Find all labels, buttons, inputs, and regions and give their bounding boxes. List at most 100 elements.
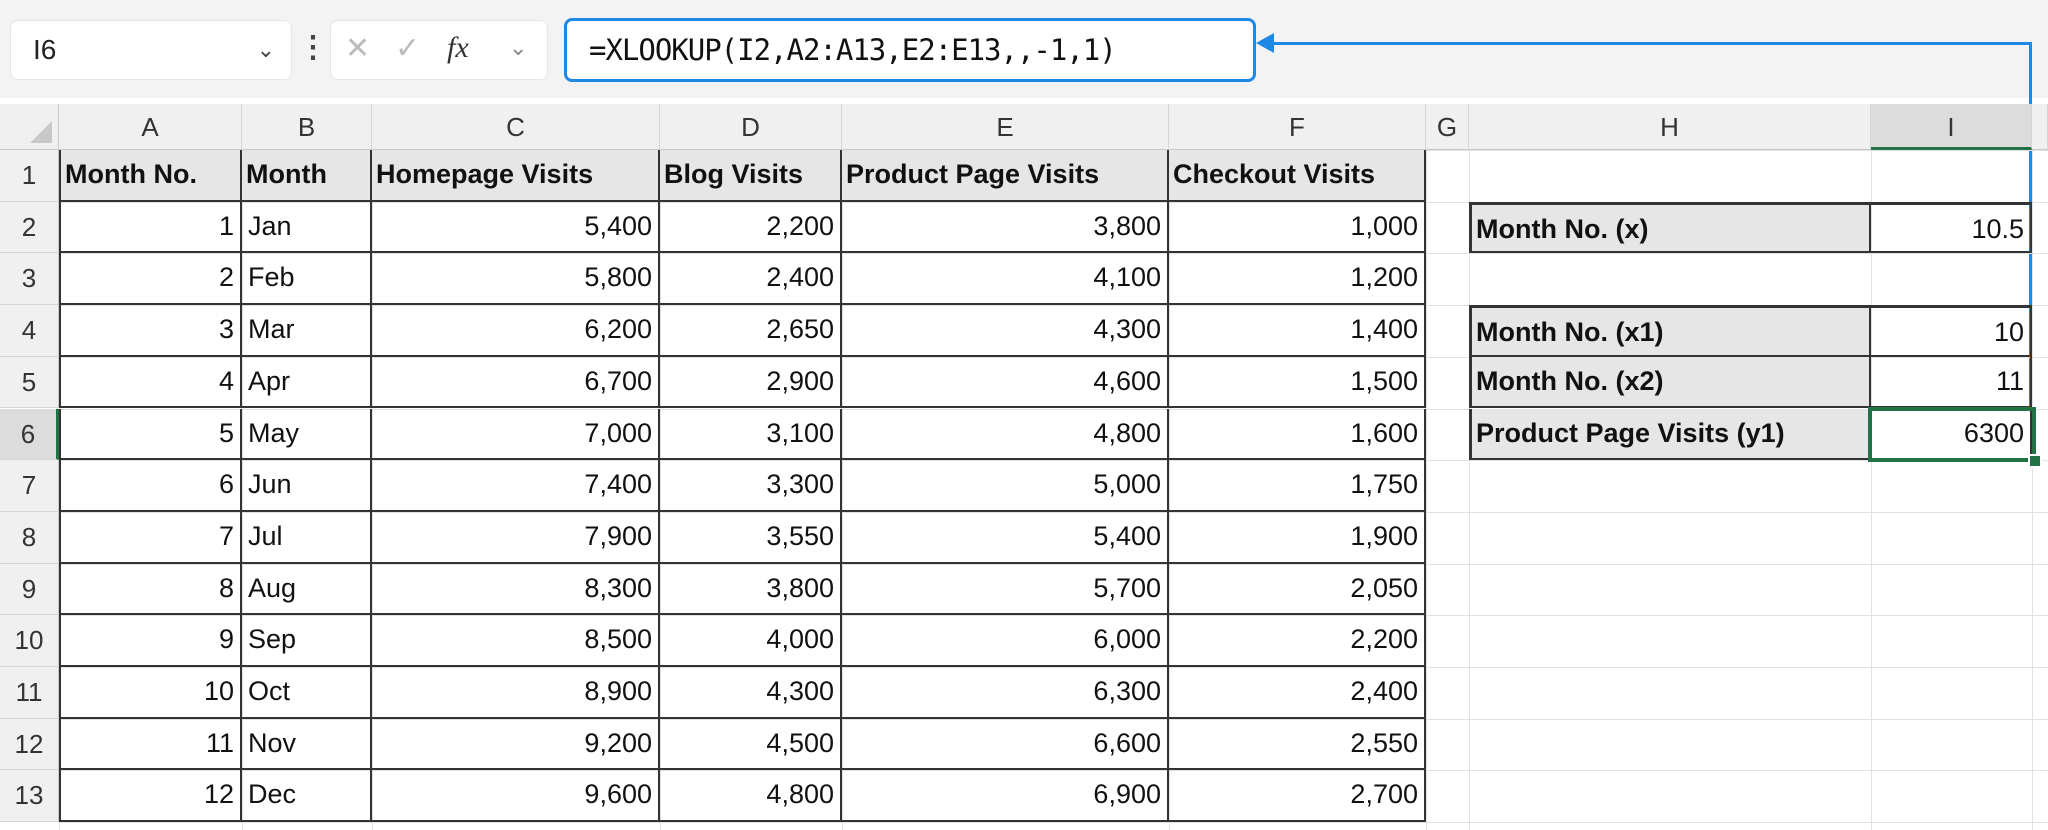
side-value-x2[interactable]: 11 — [1871, 356, 2032, 409]
table-cell[interactable]: 2,050 — [1169, 563, 1426, 616]
table-cell[interactable]: 2,550 — [1169, 718, 1426, 771]
table-cell[interactable]: 11 — [59, 718, 242, 771]
column-header-G[interactable]: G — [1426, 104, 1469, 150]
table-cell[interactable]: 7,900 — [372, 511, 660, 564]
column-header-D[interactable]: D — [660, 104, 842, 150]
table-cell[interactable]: 4,100 — [842, 253, 1169, 306]
column-header-B[interactable]: B — [242, 104, 372, 150]
table-cell[interactable]: 5,000 — [842, 460, 1169, 512]
table-cell[interactable]: 4,800 — [842, 408, 1169, 461]
table-cell[interactable]: 6 — [59, 460, 242, 512]
row-header-7[interactable]: 7 — [0, 460, 59, 512]
table-cell[interactable]: Jun — [242, 460, 372, 512]
column-header-A[interactable]: A — [59, 104, 242, 150]
table-cell[interactable]: 1,400 — [1169, 305, 1426, 357]
table-cell[interactable]: Dec — [242, 770, 372, 823]
side-value-x[interactable]: 10.5 — [1871, 201, 2032, 254]
table-cell[interactable]: 12 — [59, 770, 242, 823]
table-cell[interactable]: 4 — [59, 356, 242, 409]
table-cell[interactable]: 8,900 — [372, 667, 660, 719]
table-cell[interactable]: 7 — [59, 511, 242, 564]
table-cell[interactable]: 1 — [59, 201, 242, 254]
table-header-cell[interactable]: Blog Visits — [660, 150, 842, 202]
table-cell[interactable]: 4,000 — [660, 615, 842, 667]
table-cell[interactable]: 6,900 — [842, 770, 1169, 823]
table-cell[interactable]: Nov — [242, 718, 372, 771]
table-cell[interactable]: 1,750 — [1169, 460, 1426, 512]
table-header-cell[interactable]: Homepage Visits — [372, 150, 660, 202]
row-header-12[interactable]: 12 — [0, 718, 59, 771]
table-header-cell[interactable]: Checkout Visits — [1169, 150, 1426, 202]
table-header-cell[interactable]: Month — [242, 150, 372, 202]
table-cell[interactable]: 1,500 — [1169, 356, 1426, 409]
row-header-5[interactable]: 5 — [0, 356, 59, 409]
table-cell[interactable]: 6,700 — [372, 356, 660, 409]
table-cell[interactable]: Sep — [242, 615, 372, 667]
table-cell[interactable]: 5,400 — [842, 511, 1169, 564]
table-cell[interactable]: 4,500 — [660, 718, 842, 771]
table-cell[interactable]: 2,400 — [1169, 667, 1426, 719]
row-header-6[interactable]: 6 — [0, 408, 59, 461]
table-cell[interactable]: 6,000 — [842, 615, 1169, 667]
table-cell[interactable]: 5 — [59, 408, 242, 461]
row-header-8[interactable]: 8 — [0, 511, 59, 564]
row-header-2[interactable]: 2 — [0, 201, 59, 254]
table-cell[interactable]: 4,300 — [842, 305, 1169, 357]
table-cell[interactable]: 5,800 — [372, 253, 660, 306]
enter-icon[interactable]: ✓ — [395, 31, 420, 66]
chevron-down-icon[interactable]: ⌄ — [257, 21, 275, 79]
table-header-cell[interactable]: Month No. — [59, 150, 242, 202]
table-cell[interactable]: 2 — [59, 253, 242, 306]
table-cell[interactable]: 6,600 — [842, 718, 1169, 771]
row-header-10[interactable]: 10 — [0, 615, 59, 667]
row-header-9[interactable]: 9 — [0, 563, 59, 616]
table-cell[interactable]: 9,200 — [372, 718, 660, 771]
chevron-down-icon[interactable]: ⌄ — [509, 35, 527, 61]
table-cell[interactable]: 3,800 — [660, 563, 842, 616]
column-header-I[interactable]: I — [1871, 104, 2032, 150]
side-label-x1[interactable]: Month No. (x1) — [1469, 305, 1871, 357]
table-cell[interactable]: 4,300 — [660, 667, 842, 719]
side-value-x1[interactable]: 10 — [1871, 305, 2032, 357]
table-cell[interactable]: Oct — [242, 667, 372, 719]
table-cell[interactable]: 2,200 — [660, 201, 842, 254]
table-cell[interactable]: 2,200 — [1169, 615, 1426, 667]
table-cell[interactable]: Jan — [242, 201, 372, 254]
table-cell[interactable]: 2,700 — [1169, 770, 1426, 823]
row-header-4[interactable]: 4 — [0, 305, 59, 357]
table-cell[interactable]: 4,800 — [660, 770, 842, 823]
table-cell[interactable]: 6,300 — [842, 667, 1169, 719]
table-cell[interactable]: 3,100 — [660, 408, 842, 461]
table-cell[interactable]: Feb — [242, 253, 372, 306]
name-box[interactable]: I6 ⌄ — [10, 20, 292, 80]
side-label-y1[interactable]: Product Page Visits (y1) — [1469, 408, 1871, 461]
more-options-icon[interactable]: ⋮ — [298, 30, 328, 65]
table-header-cell[interactable]: Product Page Visits — [842, 150, 1169, 202]
formula-input[interactable]: =XLOOKUP(I2,A2:A13,E2:E13,,-1,1) — [564, 18, 1256, 82]
insert-function-icon[interactable]: fx — [447, 31, 469, 65]
table-cell[interactable]: 9 — [59, 615, 242, 667]
table-cell[interactable]: 3 — [59, 305, 242, 357]
table-cell[interactable]: Aug — [242, 563, 372, 616]
table-cell[interactable]: 2,400 — [660, 253, 842, 306]
table-cell[interactable]: 10 — [59, 667, 242, 719]
table-cell[interactable]: 1,200 — [1169, 253, 1426, 306]
table-cell[interactable]: 4,600 — [842, 356, 1169, 409]
table-cell[interactable]: 1,900 — [1169, 511, 1426, 564]
table-cell[interactable]: Apr — [242, 356, 372, 409]
table-cell[interactable]: 3,300 — [660, 460, 842, 512]
side-label-x2[interactable]: Month No. (x2) — [1469, 356, 1871, 409]
table-cell[interactable]: 8,300 — [372, 563, 660, 616]
column-header-H[interactable]: H — [1469, 104, 1871, 150]
table-cell[interactable]: 8 — [59, 563, 242, 616]
table-cell[interactable]: 9,600 — [372, 770, 660, 823]
table-cell[interactable]: 2,650 — [660, 305, 842, 357]
column-header-E[interactable]: E — [842, 104, 1169, 150]
table-cell[interactable]: 7,400 — [372, 460, 660, 512]
row-header-13[interactable]: 13 — [0, 770, 59, 823]
table-cell[interactable]: 1,000 — [1169, 201, 1426, 254]
table-cell[interactable]: 8,500 — [372, 615, 660, 667]
selected-cell-I6[interactable] — [1868, 406, 2036, 463]
table-cell[interactable]: 2,900 — [660, 356, 842, 409]
table-cell[interactable]: 1,600 — [1169, 408, 1426, 461]
